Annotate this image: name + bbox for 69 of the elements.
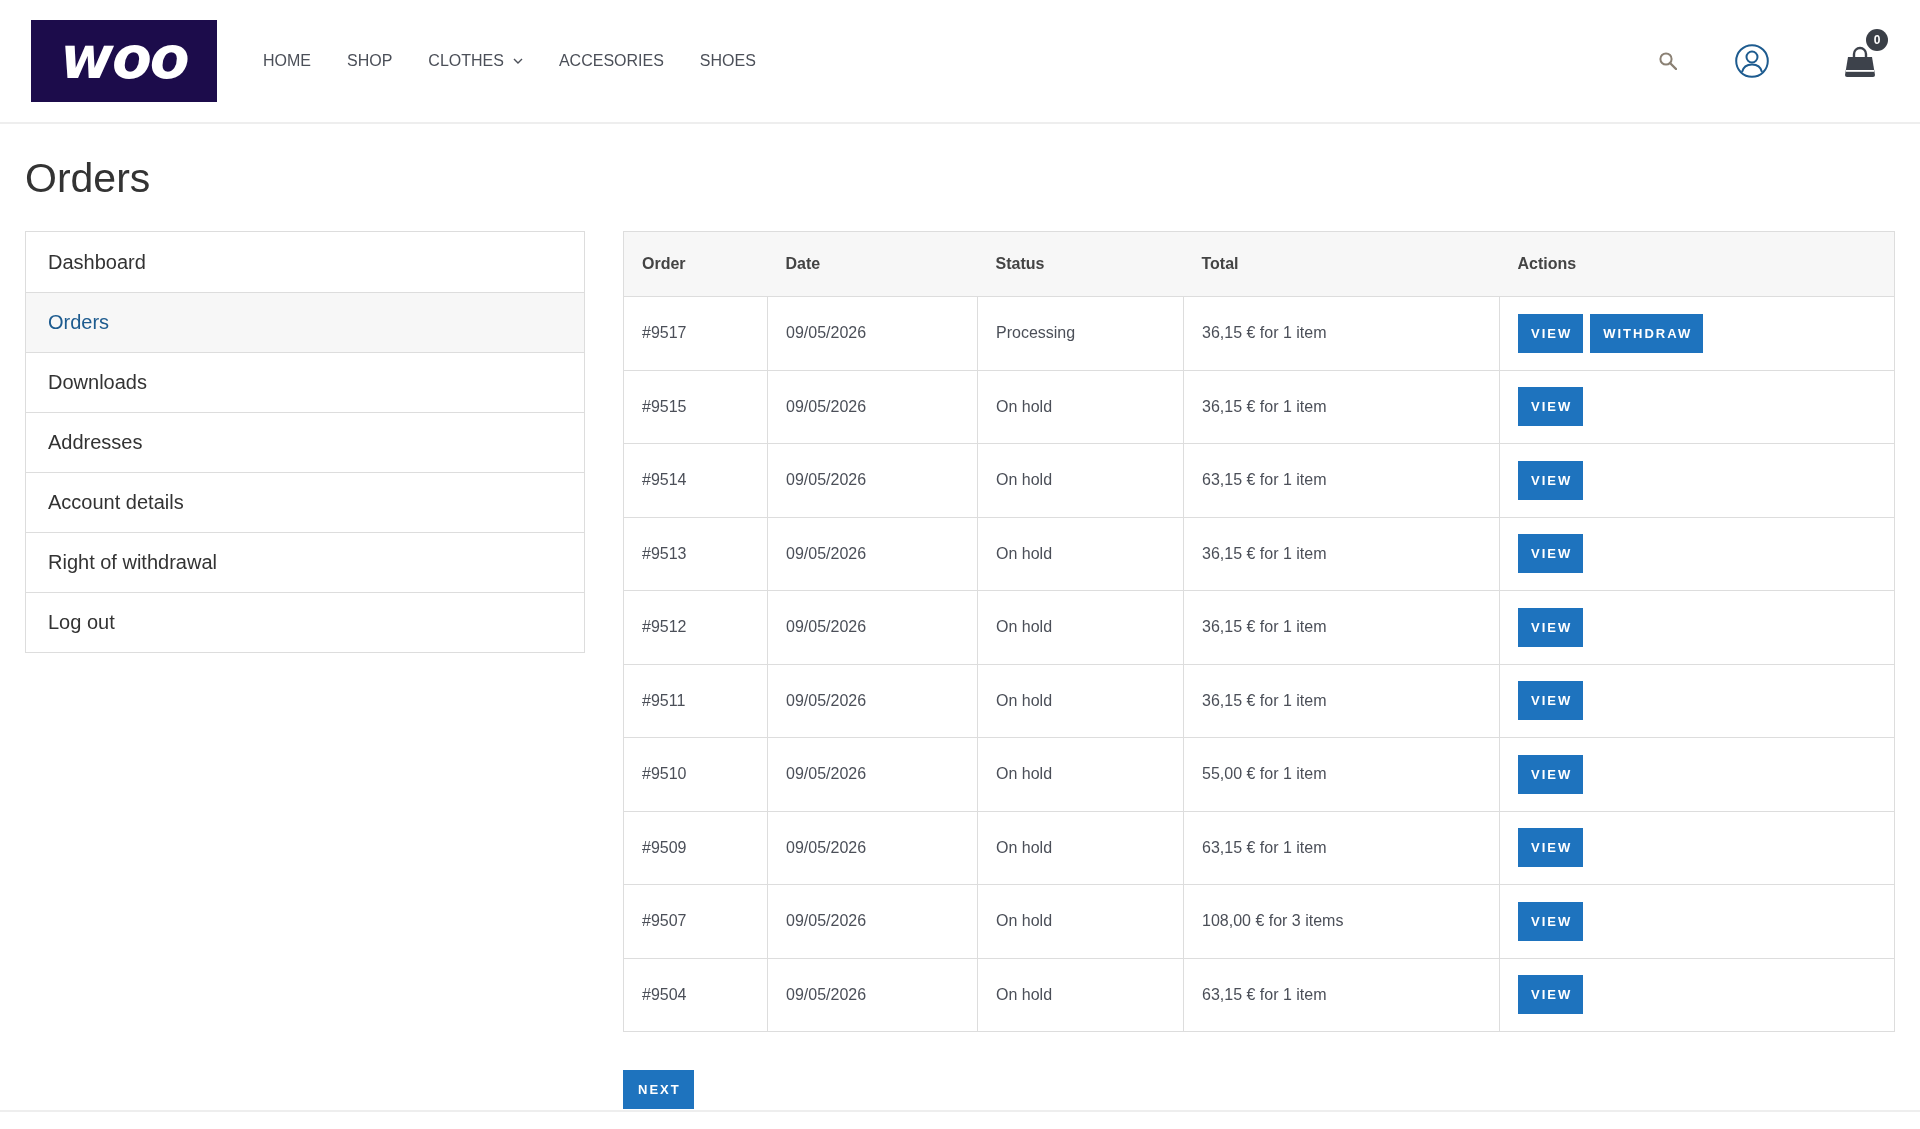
order-status: On hold (996, 985, 1053, 1003)
order-date: 09/05/2026 (786, 765, 867, 783)
order-total: 108,00 € for 3 items (1202, 912, 1344, 930)
nav-link[interactable]: SHOP (347, 52, 393, 70)
action-button[interactable]: VIEW (1518, 901, 1584, 941)
action-button[interactable]: WITHDRAW (1590, 313, 1704, 353)
order-status: On hold (996, 691, 1053, 709)
order-number: #9515 (642, 397, 687, 415)
column-header: Order (642, 255, 686, 272)
order-total: 55,00 € for 1 item (1202, 765, 1327, 783)
order-status: On hold (996, 912, 1053, 930)
order-number: #9510 (642, 765, 687, 783)
order-status: Processing (996, 324, 1076, 342)
order-date: 09/05/2026 (786, 985, 867, 1003)
action-button[interactable]: VIEW (1518, 975, 1584, 1015)
column-header: Total (1201, 255, 1239, 272)
shopping-bag-icon[interactable] (1844, 45, 1876, 77)
order-date: 09/05/2026 (786, 838, 867, 856)
order-number: #9509 (642, 838, 687, 856)
action-button[interactable]: VIEW (1518, 754, 1584, 794)
user-icon[interactable] (1735, 44, 1769, 78)
order-status: On hold (996, 618, 1053, 636)
page-title: Orders (25, 154, 151, 202)
site-logo[interactable]: woo (31, 20, 217, 102)
nav-link[interactable]: CLOTHES (428, 52, 523, 70)
search-icon[interactable] (1659, 52, 1677, 70)
nav-link[interactable]: HOME (263, 52, 311, 70)
column-header: Status (995, 255, 1045, 272)
action-button[interactable]: VIEW (1518, 387, 1584, 427)
action-button[interactable]: VIEW (1518, 460, 1584, 500)
next-page-button[interactable]: NEXT (623, 1070, 694, 1109)
order-date: 09/05/2026 (786, 618, 867, 636)
order-total: 63,15 € for 1 item (1202, 471, 1327, 489)
order-status: On hold (996, 471, 1053, 489)
order-date: 09/05/2026 (786, 397, 867, 415)
action-button[interactable]: VIEW (1518, 534, 1584, 574)
order-number: #9511 (642, 691, 686, 709)
order-total: 36,15 € for 1 item (1202, 618, 1327, 636)
action-button[interactable]: VIEW (1518, 828, 1584, 868)
order-status: On hold (996, 838, 1053, 856)
order-number: #9514 (642, 471, 687, 489)
order-date: 09/05/2026 (786, 471, 867, 489)
order-date: 09/05/2026 (786, 324, 867, 342)
column-header: Actions (1517, 255, 1577, 272)
order-total: 36,15 € for 1 item (1202, 691, 1327, 709)
order-number: #9507 (642, 912, 687, 930)
order-status: On hold (996, 397, 1053, 415)
order-date: 09/05/2026 (786, 691, 867, 709)
order-date: 09/05/2026 (786, 544, 867, 562)
order-number: #9504 (642, 985, 687, 1003)
order-total: 36,15 € for 1 item (1202, 324, 1327, 342)
order-total: 36,15 € for 1 item (1202, 544, 1327, 562)
column-header: Date (785, 255, 821, 272)
order-date: 09/05/2026 (786, 912, 867, 930)
account-menu-item[interactable]: Orders (26, 292, 584, 352)
order-number: #9513 (642, 544, 687, 562)
action-button[interactable]: VIEW (1518, 607, 1584, 647)
order-status: On hold (996, 544, 1053, 562)
order-total: 63,15 € for 1 item (1202, 985, 1327, 1003)
order-number: #9512 (642, 618, 687, 636)
action-button[interactable]: VIEW (1518, 681, 1584, 721)
nav-link[interactable]: ACCESORIES (558, 52, 664, 70)
cart-count-badge: 0 (1866, 29, 1888, 51)
nav-link[interactable]: SHOES (699, 52, 756, 70)
order-total: 63,15 € for 1 item (1202, 838, 1327, 856)
action-button[interactable]: VIEW (1518, 313, 1584, 353)
order-status: On hold (996, 765, 1053, 783)
order-total: 36,15 € for 1 item (1202, 397, 1327, 415)
order-number: #9517 (642, 324, 687, 342)
